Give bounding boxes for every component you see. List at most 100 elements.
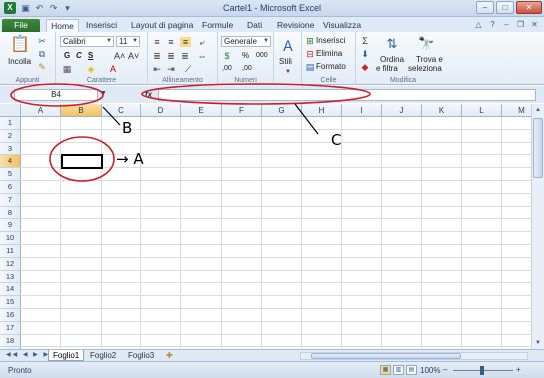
delete-cells-icon[interactable]: ⊟ — [305, 49, 315, 59]
clear-icon[interactable]: ◆ — [360, 62, 370, 72]
row-header-11[interactable]: 11 — [0, 245, 21, 258]
doc-minimize-icon[interactable]: – — [501, 19, 512, 30]
select-all-corner[interactable] — [0, 104, 21, 117]
row-header-7[interactable]: 7 — [0, 193, 21, 207]
format-cells-button[interactable]: Formato — [316, 62, 346, 72]
doc-restore-icon[interactable]: ❐ — [515, 19, 526, 30]
tab-home[interactable]: Home — [46, 19, 79, 32]
column-header-f[interactable]: F — [222, 104, 262, 117]
grow-font-icon[interactable]: A˄ — [114, 51, 125, 61]
zoom-slider-thumb[interactable] — [480, 366, 484, 375]
maximize-button[interactable]: □ — [496, 1, 514, 14]
row-header-14[interactable]: 14 — [0, 283, 21, 297]
cut-icon[interactable]: ✂ — [37, 36, 47, 46]
number-format-dropdown[interactable]: Generale ▼ — [221, 36, 271, 47]
tab-revisione[interactable]: Revisione — [277, 19, 314, 32]
binoculars-icon[interactable]: 🔭 — [418, 36, 434, 52]
insert-cells-button[interactable]: Inserisci — [316, 36, 345, 46]
sheet-tab-foglio1[interactable]: Foglio1 — [48, 350, 85, 361]
wrap-text-icon[interactable]: ⤶ — [196, 37, 208, 47]
row-header-17[interactable]: 17 — [0, 321, 21, 335]
row-header-18[interactable]: 18 — [0, 334, 21, 348]
chevron-down-icon[interactable]: ▼ — [100, 90, 107, 97]
zoom-out-button[interactable]: – — [443, 365, 447, 374]
align-middle-icon[interactable]: ≡ — [166, 37, 176, 47]
align-bottom-icon[interactable]: ≡ — [180, 37, 191, 47]
format-cells-icon[interactable]: ▤ — [305, 62, 315, 72]
align-left-icon[interactable]: ≣ — [152, 51, 162, 61]
orientation-icon[interactable]: ⟋ — [182, 64, 194, 74]
scroll-down-icon[interactable]: ▼ — [533, 338, 543, 348]
sheet-tab-foglio3[interactable]: Foglio3 — [124, 350, 158, 361]
fx-icon[interactable]: fx — [145, 90, 152, 99]
row-header-4[interactable]: 4 — [0, 155, 21, 169]
row-header-6[interactable]: 6 — [0, 181, 21, 194]
increase-decimal-button[interactable]: ,00 — [222, 64, 232, 74]
fill-color-icon[interactable]: ◈ — [86, 64, 96, 74]
row-header-9[interactable]: 9 — [0, 219, 21, 233]
tab-dati[interactable]: Dati — [247, 19, 262, 32]
italic-button[interactable]: C — [76, 51, 82, 61]
row-header-3[interactable]: 3 — [0, 142, 21, 156]
merge-center-icon[interactable]: ⇔ — [196, 51, 208, 61]
align-top-icon[interactable]: ≡ — [152, 37, 162, 47]
tab-formule[interactable]: Formule — [202, 19, 233, 32]
insert-cells-icon[interactable]: ⊞ — [305, 36, 315, 46]
page-break-view-icon[interactable]: ▤ — [406, 365, 417, 375]
column-header-d[interactable]: D — [141, 104, 181, 117]
sheet-tab-foglio2[interactable]: Foglio2 — [86, 350, 120, 361]
row-header-10[interactable]: 10 — [0, 232, 21, 245]
zoom-in-button[interactable]: + — [516, 365, 521, 374]
row-header-1[interactable]: 1 — [0, 117, 21, 130]
format-painter-icon[interactable]: ✎ — [37, 62, 47, 72]
find-select-label-2[interactable]: seleziona — [408, 64, 442, 74]
zoom-level[interactable]: 100% — [420, 366, 440, 375]
column-header-a[interactable]: A — [21, 104, 61, 117]
horizontal-scrollbar[interactable] — [300, 352, 528, 360]
sort-filter-label-2[interactable]: e filtra — [376, 64, 398, 74]
copy-icon[interactable]: ⧉ — [37, 49, 47, 59]
shrink-font-icon[interactable]: A˅ — [128, 51, 139, 61]
decrease-indent-icon[interactable]: ⇤ — [152, 64, 162, 74]
column-header-l[interactable]: L — [462, 104, 502, 117]
styles-icon[interactable]: Ａ — [280, 37, 296, 55]
column-header-e[interactable]: E — [181, 104, 222, 117]
tab-layout[interactable]: Layout di pagina — [131, 19, 193, 32]
autosum-icon[interactable]: Σ — [360, 36, 370, 46]
column-header-b[interactable]: B — [61, 104, 102, 117]
vertical-scroll-thumb[interactable] — [533, 118, 543, 178]
column-header-j[interactable]: J — [382, 104, 422, 117]
align-right-icon[interactable]: ≣ — [180, 51, 190, 61]
increase-indent-icon[interactable]: ⇥ — [166, 64, 176, 74]
font-color-icon[interactable]: A — [108, 64, 118, 74]
insert-sheet-icon[interactable]: ✚ — [162, 350, 177, 361]
vertical-scrollbar[interactable]: ▲ ▼ — [531, 104, 544, 349]
currency-icon[interactable]: $ — [221, 51, 233, 61]
row-header-15[interactable]: 15 — [0, 296, 21, 309]
column-header-k[interactable]: K — [422, 104, 462, 117]
page-layout-view-icon[interactable]: ▥ — [393, 365, 404, 375]
scroll-up-icon[interactable]: ▲ — [533, 105, 543, 115]
column-header-g[interactable]: G — [262, 104, 302, 117]
row-header-2[interactable]: 2 — [0, 129, 21, 143]
font-size-dropdown[interactable]: 11 ▼ — [116, 36, 140, 47]
active-cell[interactable] — [61, 154, 103, 170]
paste-icon[interactable]: 📋 — [10, 35, 30, 55]
column-header-m[interactable]: M — [502, 104, 531, 117]
borders-icon[interactable]: ▦ — [62, 64, 72, 74]
doc-close-icon[interactable]: ✕ — [529, 19, 540, 30]
percent-button[interactable]: % — [242, 51, 249, 61]
delete-cells-button[interactable]: Elimina — [316, 49, 342, 59]
row-header-8[interactable]: 8 — [0, 206, 21, 220]
tab-file[interactable]: File — [2, 19, 40, 32]
bold-button[interactable]: G — [64, 51, 70, 61]
column-header-c[interactable]: C — [102, 104, 141, 117]
worksheet-grid[interactable]: ABCDEFGHIJKLM 1 2 3 4 5 6 7 8 9 10 11 12 13 14 15 16 17 1… — [0, 104, 531, 349]
help-icon[interactable]: ? — [487, 19, 498, 30]
tab-visualizza[interactable]: Visualizza — [323, 19, 361, 32]
formula-input[interactable] — [158, 89, 536, 101]
close-button[interactable]: ✕ — [516, 1, 542, 14]
styles-button[interactable]: Stili — [279, 57, 292, 67]
minimize-button[interactable]: – — [476, 1, 494, 14]
decrease-decimal-button[interactable]: ,00 — [242, 64, 252, 74]
